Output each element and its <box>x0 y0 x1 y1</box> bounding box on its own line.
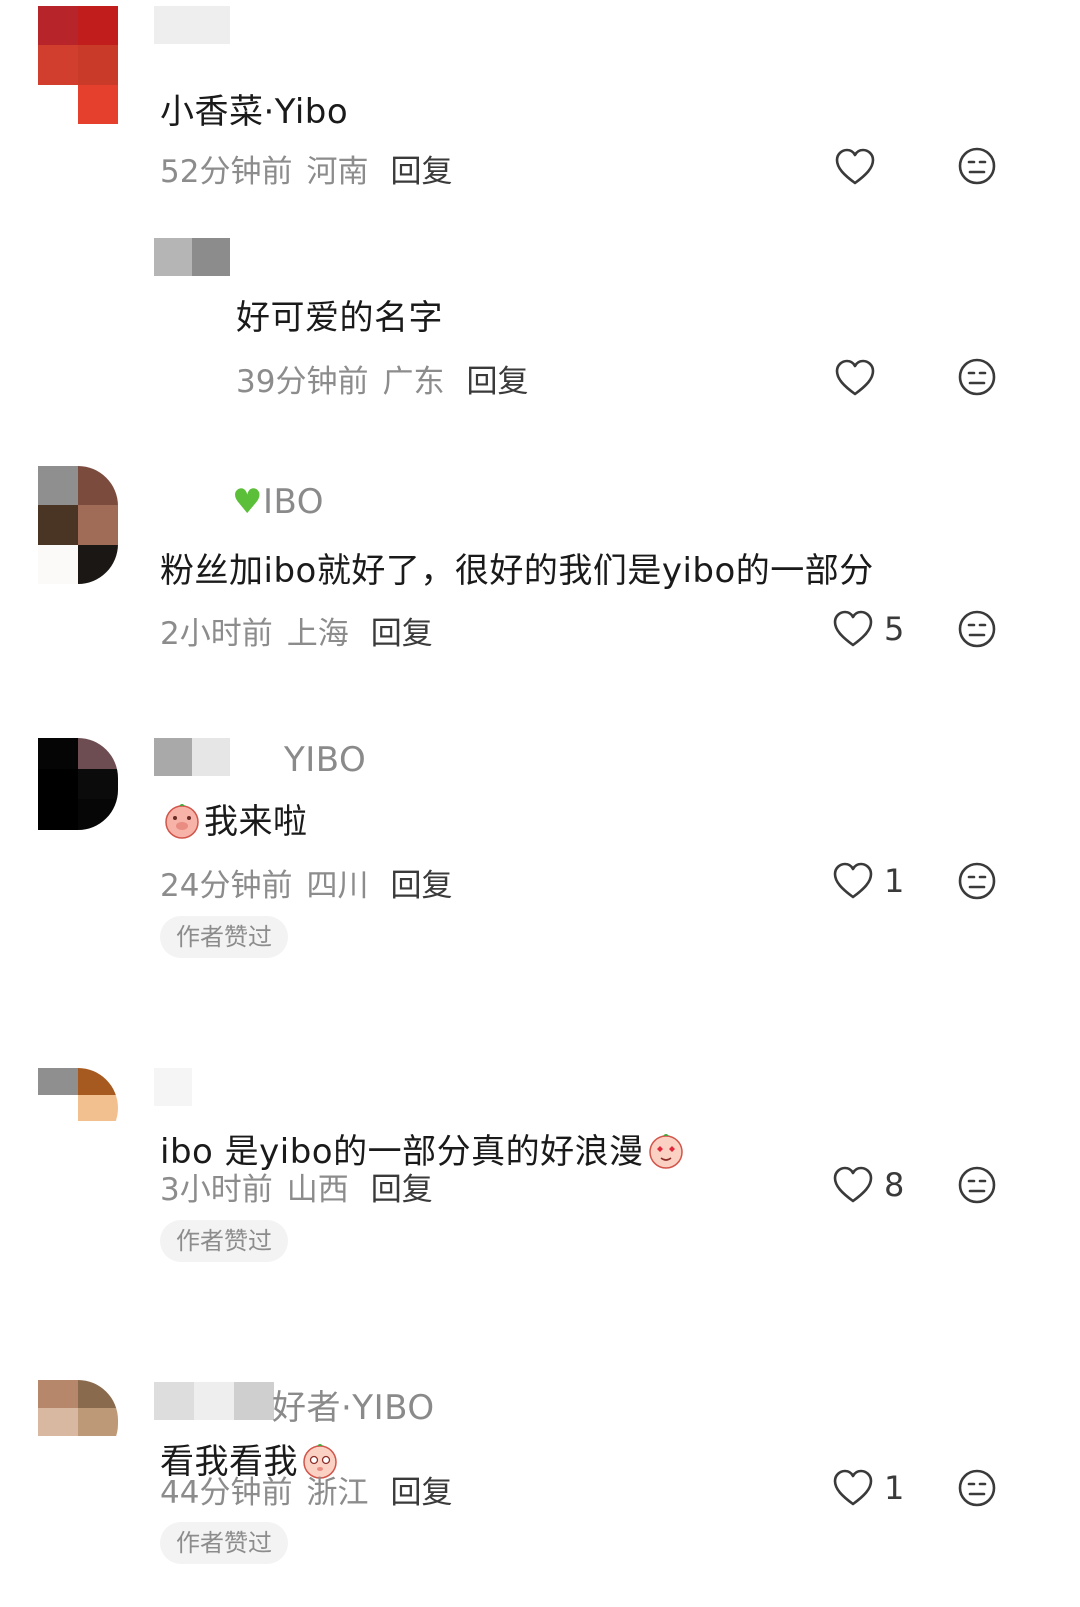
comment-location: 四川 <box>306 868 369 904</box>
comment-time: 24分钟前 <box>160 868 293 904</box>
username-blurred[interactable] <box>154 6 230 44</box>
comment-time: 3小时前 <box>160 1172 273 1208</box>
reply-button[interactable]: 回复 <box>390 154 452 190</box>
neutral-face-icon <box>958 147 996 185</box>
like-count: 5 <box>884 610 905 648</box>
comment-location: 河南 <box>306 154 369 190</box>
comment-text: 小香菜·Yibo <box>160 92 349 132</box>
avatar[interactable] <box>38 738 118 830</box>
neutral-face-icon <box>958 1469 996 1507</box>
author-liked-badge: 作者赞过 <box>160 916 288 958</box>
comment-time: 2小时前 <box>160 616 273 652</box>
comment-text: 粉丝加ibo就好了，很好的我们是yibo的一部分 <box>160 551 874 591</box>
like-button[interactable]: 1 <box>832 859 904 903</box>
username-suffix: 好者·YIBO <box>272 1388 435 1428</box>
comment-text: 我来啦 <box>160 794 308 843</box>
comment-location: 浙江 <box>306 1475 369 1511</box>
reply-button[interactable]: 回复 <box>371 616 433 652</box>
author-liked-badge: 作者赞过 <box>160 1522 288 1564</box>
reply-button[interactable]: 回复 <box>390 868 452 904</box>
avatar[interactable] <box>38 466 118 584</box>
like-button[interactable] <box>834 145 876 189</box>
dislike-button[interactable] <box>957 609 997 653</box>
dislike-button[interactable] <box>957 357 997 401</box>
heart-outline-icon <box>833 1166 873 1203</box>
avatar[interactable] <box>38 6 118 124</box>
comment-text: 好可爱的名字 <box>236 298 443 338</box>
reply-button[interactable]: 回复 <box>390 1475 452 1511</box>
neutral-face-icon <box>958 358 996 396</box>
username[interactable]: ♥IBO <box>232 482 324 522</box>
neutral-face-icon <box>958 610 996 648</box>
heart-outline-icon <box>833 1469 873 1506</box>
like-count: 8 <box>884 1166 905 1204</box>
comment-time: 52分钟前 <box>160 154 293 190</box>
username-blurred[interactable] <box>154 238 230 276</box>
neutral-face-icon <box>958 862 996 900</box>
avatar[interactable] <box>38 1380 118 1464</box>
heart-outline-icon <box>835 359 875 396</box>
comment-meta: 2小时前 上海 回复 <box>160 608 433 653</box>
neutral-face-icon <box>958 1166 996 1204</box>
username-blurred[interactable] <box>154 738 230 776</box>
comment-meta: 39分钟前 广东 回复 <box>236 356 528 401</box>
comment-time: 44分钟前 <box>160 1475 293 1511</box>
like-button[interactable] <box>834 356 876 400</box>
dislike-button[interactable] <box>957 861 997 905</box>
avatar[interactable] <box>38 1068 118 1148</box>
like-button[interactable]: 8 <box>832 1163 904 1207</box>
reply-button[interactable]: 回复 <box>466 364 528 400</box>
comment-location: 山西 <box>286 1172 349 1208</box>
username-blurred[interactable] <box>154 1382 274 1420</box>
heart-outline-icon <box>835 148 875 185</box>
like-count: 1 <box>884 1469 905 1507</box>
username-suffix: YIBO <box>284 740 367 780</box>
pig-face-emoji <box>162 800 202 840</box>
comment-meta: 3小时前 山西 回复 <box>160 1164 433 1209</box>
like-button[interactable]: 1 <box>832 1466 904 1510</box>
comment-meta: 44分钟前 浙江 回复 <box>160 1467 452 1512</box>
reply-button[interactable]: 回复 <box>371 1172 433 1208</box>
green-heart-emoji: ♥ <box>232 482 263 522</box>
comment-time: 39分钟前 <box>236 364 369 400</box>
heart-outline-icon <box>833 862 873 899</box>
dislike-button[interactable] <box>957 1468 997 1512</box>
like-count: 1 <box>884 862 905 900</box>
heart-eyes-peach-emoji <box>646 1130 686 1170</box>
username-blurred[interactable] <box>154 1068 192 1106</box>
comment-location: 上海 <box>286 616 349 652</box>
comment-location: 广东 <box>382 364 445 400</box>
comment-meta: 52分钟前 河南 回复 <box>160 146 452 191</box>
author-liked-badge: 作者赞过 <box>160 1220 288 1262</box>
heart-outline-icon <box>833 610 873 647</box>
dislike-button[interactable] <box>957 1165 997 1209</box>
comment-meta: 24分钟前 四川 回复 <box>160 860 452 905</box>
like-button[interactable]: 5 <box>832 607 904 651</box>
dislike-button[interactable] <box>957 146 997 190</box>
